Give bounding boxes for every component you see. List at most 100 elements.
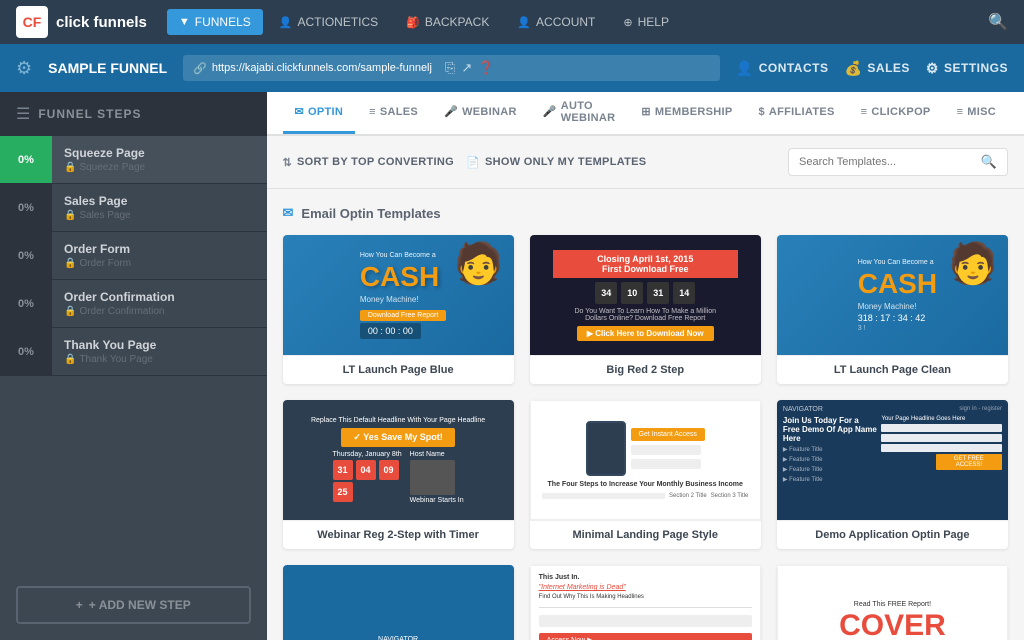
internet-divider	[539, 607, 752, 608]
plus-icon: +	[76, 598, 83, 612]
step-type-squeeze: Squeeze Page	[79, 162, 145, 173]
my-templates-button[interactable]: 📄 SHOW ONLY MY TEMPLATES	[466, 156, 646, 169]
wblock-3: 09	[379, 460, 399, 480]
template-label-lt-blue: LT Launch Page Blue	[283, 355, 514, 384]
template-card-big-red[interactable]: Closing April 1st, 2015First Download Fr…	[530, 235, 761, 384]
tab-bar: ✉ OPTIN ≡ SALES 🎤 WEBINAR 🎤 AUTO WEBINAR…	[267, 92, 1024, 136]
template-card-cover[interactable]: Read This FREE Report! COVER Lorem ipsum…	[777, 565, 1008, 640]
tab-clickpop[interactable]: ≡ CLICKPOP	[849, 92, 943, 134]
thumb-btn: Download Free Report	[360, 310, 446, 321]
step-name-squeeze: Squeeze Page	[64, 146, 255, 160]
help-icon: ⊕	[623, 16, 632, 29]
sort-button[interactable]: ⇅ SORT BY TOP CONVERTING	[283, 156, 455, 169]
minimal-phone: Get Instant Access	[586, 421, 705, 476]
nav-item-help[interactable]: ⊕ HELP	[611, 9, 681, 35]
tab-sales[interactable]: ≡ SALES	[357, 92, 430, 134]
funnel-url-text: https://kajabi.clickfunnels.com/sample-f…	[212, 62, 432, 74]
demo-form-head: Your Page Headline Goes Here	[881, 416, 1002, 422]
minimal-input	[631, 445, 701, 455]
nav-item-actionetics[interactable]: 👤 ACTIONETICS	[267, 9, 390, 35]
clean-sub: Money Machine!	[858, 302, 917, 311]
timer-block-4: 14	[673, 282, 695, 304]
affiliates-icon: $	[758, 106, 764, 118]
tab-auto-webinar[interactable]: 🎤 AUTO WEBINAR	[531, 92, 628, 134]
settings-gear-icon: ⚙	[16, 58, 32, 79]
step-item-sales[interactable]: 0% Sales Page 🔒 Sales Page	[0, 184, 267, 232]
funnel-icon: ▼	[179, 16, 190, 28]
thumb-character: 🧑	[454, 240, 504, 287]
sidebar: ☰ FUNNEL STEPS 0% Squeeze Page 🔒 Squeeze…	[0, 92, 267, 640]
file-icon: 📄	[466, 156, 480, 169]
template-card-webinar[interactable]: Replace This Default Headline With Your …	[283, 400, 514, 549]
yes-btn: ✓ Yes Save My Spot!	[341, 428, 454, 447]
membership-icon: ⊞	[641, 105, 651, 118]
lock-icon-thanks: 🔒	[64, 354, 76, 365]
template-label-minimal: Minimal Landing Page Style	[530, 520, 761, 549]
tab-affiliates[interactable]: $ AFFILIATES	[746, 92, 846, 134]
sales-icon: 💰	[844, 60, 862, 77]
webinar-host: Host Name	[410, 451, 445, 458]
tab-misc[interactable]: ≡ MISC	[945, 92, 1008, 134]
contacts-button[interactable]: 👤 CONTACTS	[736, 60, 829, 77]
step-name-sales: Sales Page	[64, 194, 255, 208]
logo-icon: CF	[16, 6, 48, 38]
template-card-lt-blue[interactable]: 🧑 How You Can Become a CASH Money Machin…	[283, 235, 514, 384]
template-label-webinar: Webinar Reg 2-Step with Timer	[283, 520, 514, 549]
step-percent-sales: 0%	[0, 184, 52, 231]
lock-icon-sales: 🔒	[64, 210, 76, 221]
clean-subtext: How You Can Become a	[858, 259, 934, 266]
copy-icon[interactable]: ⎘	[445, 60, 455, 76]
demo-headline: Join Us Today For a Free Demo Of App Nam…	[783, 416, 878, 443]
step-item-thankyou[interactable]: 0% Thank You Page 🔒 Thank You Page	[0, 328, 267, 376]
minimal-sections: Section 2 Title Section 3 Title	[542, 493, 748, 499]
tab-optin[interactable]: ✉ OPTIN	[283, 92, 356, 134]
template-label-demo: Demo Application Optin Page	[777, 520, 1008, 549]
bigred-cta: ▶ Click Here to Download Now	[577, 326, 714, 341]
demo-submit: GET FREE ACCESS!	[936, 454, 1002, 470]
feature-item-2: ▶ Feature Title	[783, 456, 878, 463]
template-card-internet[interactable]: This Just In. "Internet Marketing is Dea…	[530, 565, 761, 640]
step-item-squeeze[interactable]: 0% Squeeze Page 🔒 Squeeze Page	[0, 136, 267, 184]
webinar-text: Webinar Starts In	[410, 497, 464, 504]
contacts-icon: 👤	[736, 60, 754, 77]
step-item-confirmation[interactable]: 0% Order Confirmation 🔒 Order Confirmati…	[0, 280, 267, 328]
tab-membership[interactable]: ⊞ MEMBERSHIP	[629, 92, 744, 134]
feature-item-3: ▶ Feature Title	[783, 466, 878, 473]
logo[interactable]: CF click funnels	[16, 6, 147, 38]
step-item-order-form[interactable]: 0% Order Form 🔒 Order Form	[0, 232, 267, 280]
settings-button[interactable]: ⚙ SETTINGS	[926, 60, 1008, 77]
help-circle-icon[interactable]: ❓	[478, 60, 494, 76]
external-link-icon[interactable]: ↗	[461, 60, 472, 76]
add-step-button[interactable]: + + ADD NEW STEP	[16, 586, 251, 624]
template-card-yourpage[interactable]: NAVIGATOR YOUR PAGE GET ACCESS TODAY! Na…	[283, 565, 514, 640]
thumb-countdown: 00 : 00 : 00	[360, 323, 421, 339]
nav-item-funnels[interactable]: ▼ FUNNELS	[167, 9, 263, 35]
template-card-lt-clean[interactable]: 🧑 How You Can Become a CASH Money Machin…	[777, 235, 1008, 384]
demo-field-2	[881, 434, 1002, 442]
sales-button[interactable]: 💰 SALES	[844, 60, 909, 77]
step-percent-order: 0%	[0, 232, 52, 279]
search-button[interactable]: 🔍	[988, 12, 1008, 32]
template-card-demo[interactable]: NAVIGATOR sign in - register Join Us Tod…	[777, 400, 1008, 549]
hamburger-icon[interactable]: ☰	[16, 104, 30, 124]
funnel-url-bar[interactable]: 🔗 https://kajabi.clickfunnels.com/sample…	[183, 55, 720, 81]
wblock-1: 31	[333, 460, 353, 480]
nav-item-backpack[interactable]: 🎒 BACKPACK	[394, 9, 501, 35]
tab-webinar[interactable]: 🎤 WEBINAR	[432, 92, 529, 134]
template-card-minimal[interactable]: Get Instant Access The Four Steps to Inc…	[530, 400, 761, 549]
clean-cash: CASH	[858, 268, 937, 300]
internet-input	[539, 615, 752, 627]
search-input[interactable]	[799, 156, 975, 168]
step-name-thanks: Thank You Page	[64, 338, 255, 352]
clean-countdown: 318 : 17 : 34 : 42	[858, 313, 926, 323]
sort-icon: ⇅	[283, 156, 293, 169]
minimal-input2	[631, 459, 701, 469]
step-percent-thanks: 0%	[0, 328, 52, 375]
content-area: ✉ OPTIN ≡ SALES 🎤 WEBINAR 🎤 AUTO WEBINAR…	[267, 92, 1024, 640]
demo-user: sign in - register	[959, 406, 1002, 412]
internet-btn: Access Now ▶	[539, 633, 752, 640]
thumb-char-clean: 🧑	[948, 240, 998, 287]
step-percent-squeeze: 0%	[0, 136, 52, 183]
nav-item-account[interactable]: 👤 ACCOUNT	[505, 9, 607, 35]
template-label-lt-clean: LT Launch Page Clean	[777, 355, 1008, 384]
